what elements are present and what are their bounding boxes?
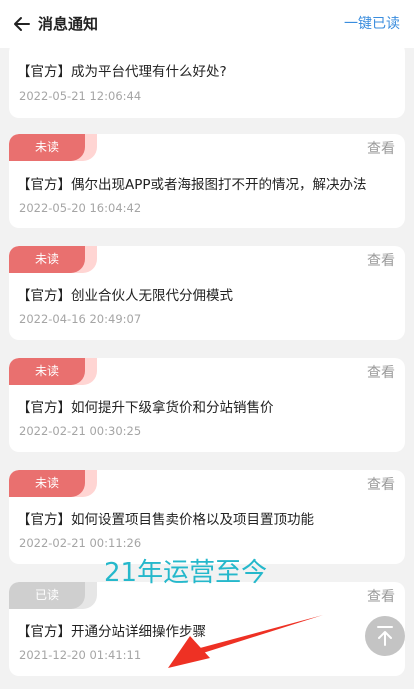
- message-time: 2022-02-21 00:30:25: [19, 424, 142, 438]
- view-button[interactable]: 查看: [367, 139, 395, 159]
- message-card[interactable]: 未读 查看 【官方】创业合伙人无限代分佣模式 2022-04-16 20:49:…: [9, 246, 405, 340]
- unread-badge-label: 未读: [9, 134, 85, 161]
- view-button[interactable]: 查看: [367, 251, 395, 271]
- read-badge-label: 已读: [9, 582, 85, 609]
- message-card[interactable]: 未读 查看 【官方】如何提升下级拿货价和分站销售价 2022-02-21 00:…: [9, 358, 405, 452]
- annotation-text: 21年运营至今: [104, 558, 268, 588]
- page-title: 消息通知: [38, 15, 99, 33]
- top-bar: 消息通知 一键已读: [0, 0, 414, 48]
- message-title: 【官方】如何设置项目售卖价格以及项目置顶功能: [17, 512, 314, 528]
- message-title: 【官方】如何提升下级拿货价和分站销售价: [17, 400, 274, 416]
- unread-badge: 未读: [9, 470, 97, 497]
- message-title: 【官方】创业合伙人无限代分佣模式: [17, 288, 233, 304]
- arrow-left-icon[interactable]: [12, 14, 32, 34]
- unread-badge: 未读: [9, 358, 97, 385]
- message-time: 2022-05-20 16:04:42: [19, 201, 142, 215]
- unread-badge: 未读: [9, 246, 97, 273]
- message-time: 2022-05-21 12:06:44: [19, 89, 142, 103]
- message-time: 2022-04-16 20:49:07: [19, 312, 142, 326]
- message-card[interactable]: 【官方】成为平台代理有什么好处? 2022-05-21 12:06:44: [9, 42, 405, 118]
- message-time: 2022-02-21 00:11:26: [19, 536, 142, 550]
- message-title: 【官方】成为平台代理有什么好处?: [17, 64, 227, 80]
- message-card[interactable]: 未读 查看 【官方】偶尔出现APP或者海报图打不开的情况，解决办法 2022-0…: [9, 134, 405, 228]
- view-button[interactable]: 查看: [367, 363, 395, 383]
- message-title: 【官方】偶尔出现APP或者海报图打不开的情况，解决办法: [17, 177, 367, 193]
- unread-badge-label: 未读: [9, 470, 85, 497]
- read-badge: 已读: [9, 582, 97, 609]
- unread-badge-label: 未读: [9, 358, 85, 385]
- arrow-up-to-top-icon: [377, 626, 393, 646]
- message-card[interactable]: 未读 查看 【官方】如何设置项目售卖价格以及项目置顶功能 2022-02-21 …: [9, 470, 405, 564]
- view-button[interactable]: 查看: [367, 587, 395, 607]
- unread-badge-label: 未读: [9, 246, 85, 273]
- scroll-to-top-button[interactable]: [365, 616, 405, 656]
- red-arrow-icon: [168, 615, 323, 668]
- mark-all-read-button[interactable]: 一键已读: [344, 14, 400, 34]
- view-button[interactable]: 查看: [367, 475, 395, 495]
- unread-badge: 未读: [9, 134, 97, 161]
- message-time: 2021-12-20 01:41:11: [19, 648, 142, 662]
